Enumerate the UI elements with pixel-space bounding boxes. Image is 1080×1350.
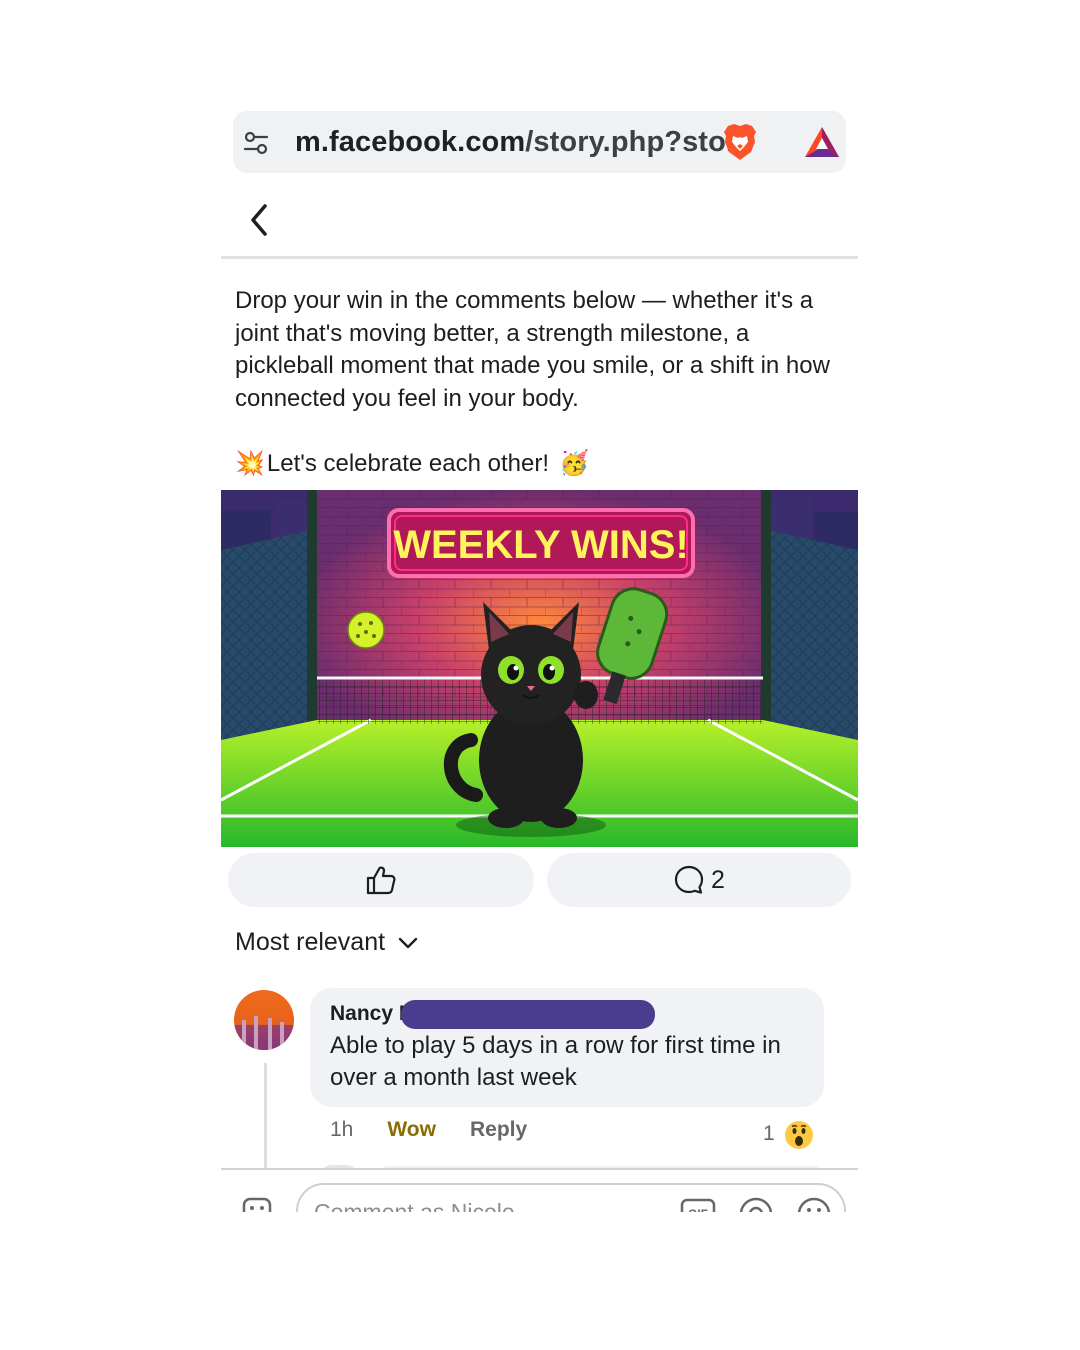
svg-text:GIF: GIF xyxy=(688,1207,708,1212)
thumbs-up-icon xyxy=(366,866,396,895)
url-domain: m.facebook.com xyxy=(295,126,526,158)
collision-emoji: 💥 xyxy=(235,450,265,477)
comment-placeholder: Comment as Nicole xyxy=(314,1199,515,1212)
address-bar[interactable]: m.facebook.com/story.php?story xyxy=(233,111,846,173)
reply-button[interactable]: Reply xyxy=(470,1118,527,1142)
comment-input[interactable]: Comment as Nicole GIF xyxy=(296,1183,846,1212)
sort-label: Most relevant xyxy=(235,928,386,956)
thread-line xyxy=(264,1063,267,1173)
emoji-icon[interactable] xyxy=(796,1196,832,1212)
reaction-count[interactable]: 1 xyxy=(763,1122,775,1146)
comment-count: 2 xyxy=(711,865,725,894)
sign-text: WEEKLY WINS! xyxy=(393,523,689,567)
comment-meta: 1h Wow Reply xyxy=(330,1118,527,1142)
comment-button[interactable]: 2 xyxy=(547,853,851,907)
tune-icon[interactable] xyxy=(243,130,269,156)
post-image[interactable]: WEEKLY WINS! xyxy=(221,490,858,847)
name-redaction xyxy=(401,1000,655,1029)
party-face-emoji: 🥳 xyxy=(558,450,589,477)
wow-reaction-button[interactable]: Wow xyxy=(387,1118,436,1142)
comment-composer: Comment as Nicole GIF xyxy=(221,1170,858,1212)
avatar[interactable] xyxy=(234,990,294,1050)
brave-lion-icon[interactable] xyxy=(721,122,759,162)
wow-emoji-icon[interactable] xyxy=(784,1120,814,1150)
post-body-text: Drop your win in the comments below — wh… xyxy=(235,287,830,412)
post-body: Drop your win in the comments below — wh… xyxy=(235,285,845,415)
celebrate-text: Let's celebrate each other! xyxy=(266,450,549,477)
gif-icon[interactable]: GIF xyxy=(680,1197,716,1212)
at-mention-icon[interactable] xyxy=(738,1196,774,1212)
comment-sort-dropdown[interactable]: Most relevant xyxy=(235,928,419,957)
comment-bubble[interactable]: Nancy F Able to play 5 days in a row for… xyxy=(310,988,824,1107)
avatar-image xyxy=(234,990,294,1050)
chevron-down-icon xyxy=(398,937,418,948)
chevron-left-icon[interactable] xyxy=(243,202,275,238)
sticker-icon[interactable] xyxy=(241,1196,273,1212)
comment-bubble-icon xyxy=(674,865,704,894)
mobile-browser-screen: m.facebook.com/story.php?story Drop your… xyxy=(221,100,858,1212)
post-celebrate-line: 💥 Let's celebrate each other! 🥳 xyxy=(235,448,589,480)
url-path: /story.php?story xyxy=(525,126,754,158)
like-button[interactable] xyxy=(228,853,534,907)
comment-author[interactable]: Nancy F xyxy=(330,1002,412,1026)
comment-timestamp[interactable]: 1h xyxy=(330,1118,353,1142)
comment-text: Able to play 5 days in a row for first t… xyxy=(330,1032,781,1091)
bat-rewards-icon[interactable] xyxy=(803,125,841,159)
post-header xyxy=(221,184,858,259)
weekly-wins-illustration: WEEKLY WINS! xyxy=(221,490,858,847)
url-text[interactable]: m.facebook.com/story.php?story xyxy=(295,126,754,159)
